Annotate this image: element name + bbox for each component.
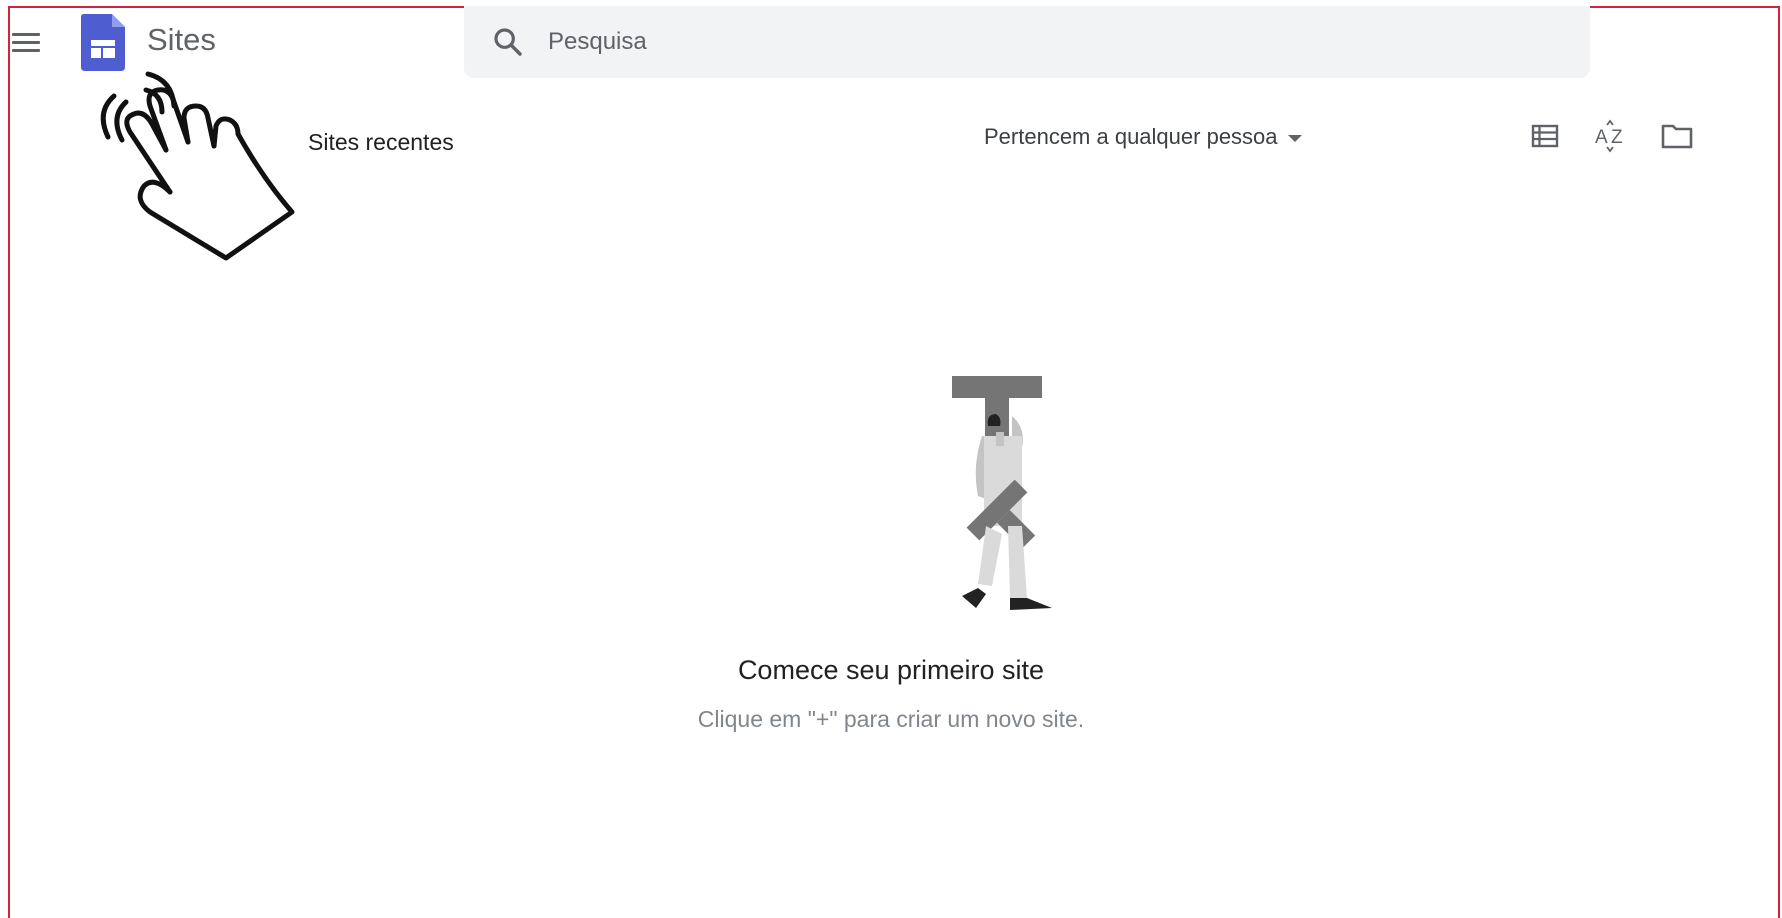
sort-button[interactable]: A Z: [1593, 118, 1629, 154]
search-bar[interactable]: [464, 6, 1590, 78]
owner-filter-label: Pertencem a qualquer pessoa: [984, 124, 1278, 149]
folder-icon: [1661, 124, 1693, 149]
folder-button[interactable]: [1659, 118, 1695, 154]
app-title[interactable]: Sites: [147, 22, 216, 58]
empty-state-subtitle: Clique em "+" para criar um novo site.: [697, 706, 1085, 732]
section-title: Sites recentes: [308, 129, 454, 155]
empty-state-title: Comece seu primeiro site: [737, 655, 1045, 685]
search-icon[interactable]: [492, 26, 524, 58]
caret-down-icon: [1287, 134, 1302, 142]
list-view-button[interactable]: [1527, 118, 1563, 154]
main-menu-button[interactable]: [12, 26, 44, 58]
search-input[interactable]: [546, 27, 1450, 57]
menu-bar: [12, 32, 40, 36]
svg-text:A: A: [1595, 127, 1608, 148]
tap-hand-icon: [100, 71, 295, 261]
list-view-icon: [1531, 124, 1559, 148]
menu-bar: [12, 48, 40, 52]
svg-text:Z: Z: [1611, 127, 1623, 148]
owner-filter-dropdown[interactable]: Pertencem a qualquer pessoa: [984, 124, 1302, 150]
empty-state-illustration: [952, 376, 1052, 610]
menu-bar: [12, 40, 40, 44]
sort-az-icon: A Z: [1595, 119, 1623, 153]
